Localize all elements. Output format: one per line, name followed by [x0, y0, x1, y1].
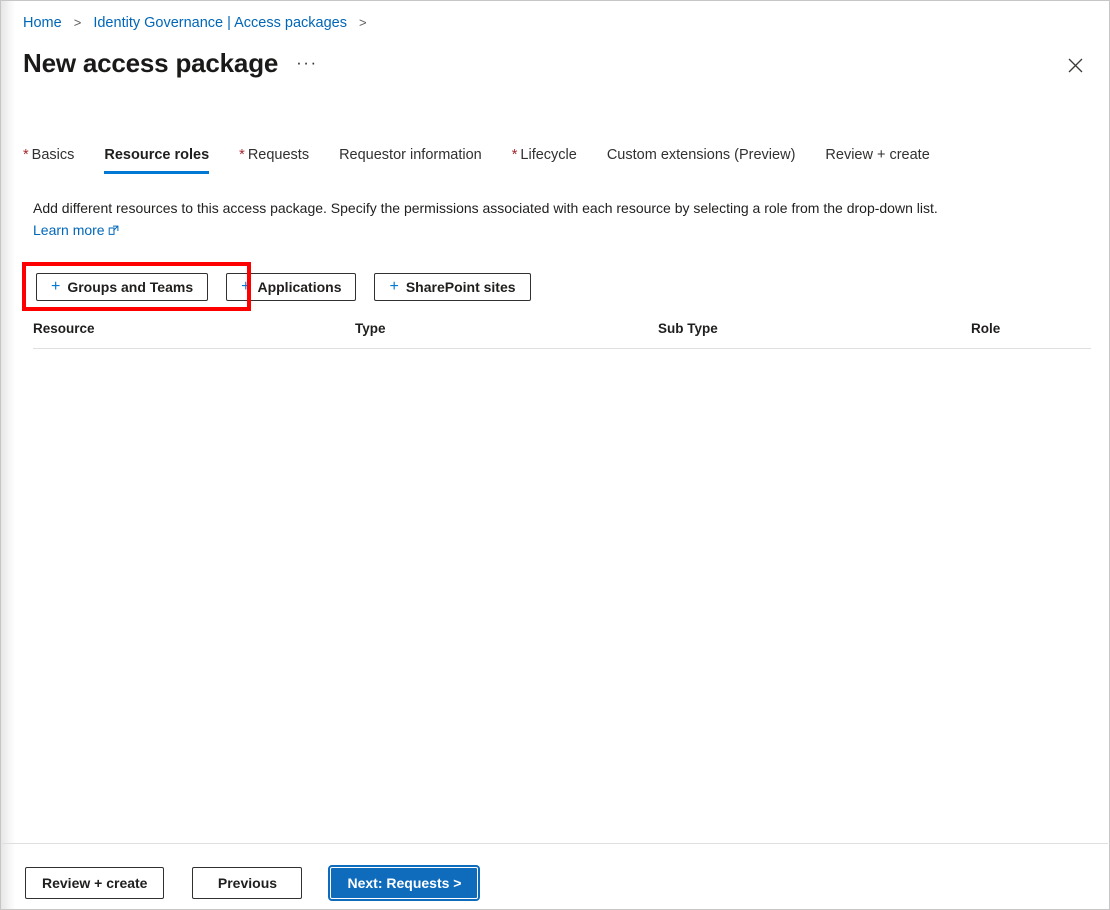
previous-button[interactable]: Previous: [192, 867, 303, 899]
resource-roles-table: Resource Type Sub Type Role: [33, 317, 1091, 829]
close-button[interactable]: [1059, 49, 1091, 81]
add-groups-and-teams-button[interactable]: + Groups and Teams: [36, 273, 209, 301]
breadcrumb-separator-icon: >: [73, 15, 82, 30]
title-row: New access package ···: [23, 47, 318, 79]
footer-divider: [2, 843, 1108, 844]
add-applications-button[interactable]: + Applications: [226, 273, 357, 301]
plus-icon: +: [51, 278, 61, 295]
column-header-sub-type: Sub Type: [658, 320, 718, 336]
tab-label: Lifecycle: [520, 147, 577, 163]
tab-basics[interactable]: * Basics: [23, 145, 74, 174]
learn-more-label: Learn more: [33, 222, 105, 238]
add-button-label: Applications: [257, 279, 342, 295]
required-marker: *: [511, 147, 518, 163]
wizard-footer: Review + create Previous Next: Requests …: [25, 865, 481, 901]
tab-label: Resource roles: [104, 147, 210, 163]
add-sharepoint-sites-button[interactable]: + SharePoint sites: [374, 273, 531, 301]
new-access-package-blade: Home > Identity Governance | Access pack…: [0, 0, 1110, 910]
tab-requestor-information[interactable]: Requestor information: [339, 145, 482, 174]
breadcrumb: Home > Identity Governance | Access pack…: [23, 14, 375, 32]
description-body: Add different resources to this access p…: [33, 200, 938, 216]
blade-left-shadow: [1, 1, 15, 909]
close-icon: [1068, 58, 1082, 72]
review-create-button[interactable]: Review + create: [25, 867, 165, 899]
add-button-label: SharePoint sites: [405, 279, 516, 295]
next-requests-button[interactable]: Next: Requests >: [328, 865, 481, 901]
wizard-tab-bar: * Basics Resource roles * Requests Request…: [23, 145, 930, 179]
tab-resource-roles[interactable]: Resource roles: [104, 145, 210, 174]
column-header-resource: Resource: [33, 320, 95, 336]
tab-label: Basics: [31, 147, 75, 163]
column-header-role: Role: [971, 320, 1001, 336]
breadcrumb-separator-icon-2: >: [359, 15, 367, 30]
description-text: Add different resources to this access p…: [33, 197, 963, 241]
add-button-label: Groups and Teams: [67, 279, 194, 295]
plus-icon: +: [241, 278, 251, 295]
required-marker: *: [239, 147, 245, 163]
tab-active-underline: [104, 171, 210, 174]
page-title: New access package: [23, 48, 279, 78]
tab-lifecycle[interactable]: * Lifecycle: [512, 145, 577, 174]
column-header-type: Type: [355, 320, 386, 336]
tab-requests[interactable]: * Requests: [239, 145, 309, 174]
table-body-empty: [33, 349, 1091, 829]
breadcrumb-item-home[interactable]: Home: [23, 15, 62, 31]
tab-custom-extensions[interactable]: Custom extensions (Preview): [607, 145, 796, 174]
tab-label: Requestor information: [339, 147, 482, 163]
table-header-row: Resource Type Sub Type Role: [33, 317, 1091, 349]
add-resource-button-group: + Groups and Teams + Applications + SharePo…: [36, 273, 549, 301]
tab-label: Custom extensions (Preview): [606, 147, 796, 163]
tab-label: Requests: [247, 147, 310, 163]
required-marker: *: [23, 147, 29, 163]
learn-more-link[interactable]: Learn more: [33, 222, 119, 238]
more-options-icon[interactable]: ···: [296, 54, 317, 71]
plus-icon: +: [389, 278, 399, 295]
external-link-icon: [108, 220, 119, 242]
tab-review-create[interactable]: Review + create: [825, 145, 929, 174]
breadcrumb-item-identity-governance[interactable]: Identity Governance | Access packages: [93, 15, 347, 31]
tab-label: Review + create: [825, 147, 930, 163]
